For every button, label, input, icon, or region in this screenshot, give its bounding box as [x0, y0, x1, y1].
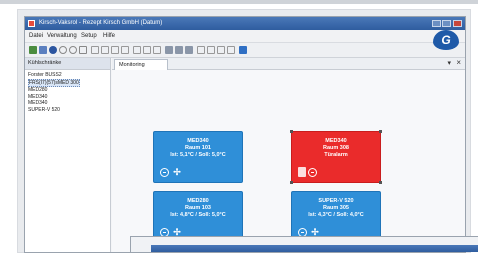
font-icon[interactable]: [111, 46, 119, 54]
app-window: Kirsch-Vaksrol - Rezept Kirsch GmbH (Dat…: [24, 16, 466, 253]
close-button[interactable]: [453, 20, 462, 27]
card-name: MED280: [187, 198, 209, 204]
overlay-title: Kirsch: [175, 252, 187, 257]
window-icon[interactable]: [133, 46, 141, 54]
stop-icon[interactable]: [308, 168, 317, 177]
refresh-icon[interactable]: [39, 46, 47, 54]
first-icon[interactable]: [197, 46, 205, 54]
stop-icon[interactable]: [160, 168, 169, 177]
selection-handle[interactable]: [379, 181, 382, 184]
table-icon[interactable]: [165, 46, 173, 54]
fridge-card-1[interactable]: MED340 Raum 101 Ist: 5,1°C / Soll: 5,0°C…: [153, 131, 243, 183]
page-top-rule: [0, 0, 478, 4]
card-room: Raum 308: [323, 145, 349, 151]
user-icon[interactable]: [121, 46, 129, 54]
app-icon: [28, 20, 35, 27]
last-icon[interactable]: [227, 46, 235, 54]
document-icon[interactable]: [298, 167, 306, 177]
card-room: Raum 305: [323, 205, 349, 211]
card-name: SUPER-V 520: [318, 198, 354, 204]
toolbar: [25, 43, 465, 58]
card-temps: Ist: 4,8°C / Soll: 5,0°C: [170, 212, 226, 218]
record-icon[interactable]: [49, 46, 57, 54]
list-icon[interactable]: [175, 46, 183, 54]
window-title: Kirsch-Vaksrol - Rezept Kirsch GmbH (Dat…: [39, 20, 163, 26]
card-temps: Ist: 4,3°C / Soll: 4,0°C: [308, 212, 364, 218]
card-name: MED340: [187, 138, 209, 144]
grid-icon[interactable]: [153, 46, 161, 54]
back-icon[interactable]: [29, 46, 37, 54]
monitor-icon[interactable]: [239, 46, 247, 54]
overlapping-window: Kirsch: [130, 236, 478, 257]
pin-icon[interactable]: ▾: [447, 59, 451, 67]
menu-setup[interactable]: Setup: [81, 30, 97, 42]
prev-icon[interactable]: [207, 46, 215, 54]
tree-item-selected[interactable]: FRS(I7)(57)sMED 300: [28, 78, 80, 87]
fridge-tree: Forster BUSS2 FRS(I7)(57)sMED 300 MED280…: [25, 70, 110, 113]
selection-handle[interactable]: [379, 130, 382, 133]
card-status: Türalarm: [324, 152, 348, 158]
tree-item[interactable]: SUPER-V 520: [28, 107, 110, 114]
main-panel: Monitoring ▾ × MED340 Raum 101 Ist: 5,1°…: [112, 58, 465, 252]
selection-handle[interactable]: [290, 181, 293, 184]
title-bar: Kirsch-Vaksrol - Rezept Kirsch GmbH (Dat…: [25, 17, 465, 30]
minimize-button[interactable]: [432, 20, 441, 27]
layout-icon[interactable]: [143, 46, 151, 54]
fan-icon: ✢: [173, 167, 181, 177]
page-icon[interactable]: [91, 46, 99, 54]
left-panel: Kühlschränke Forster BUSS2 FRS(I7)(57)sM…: [25, 58, 111, 252]
left-panel-header: Kühlschränke: [25, 58, 110, 70]
company-logo-icon: G: [433, 30, 459, 50]
card-name: MED340: [325, 138, 347, 144]
menu-bar: Datei Verwaltung Setup Hilfe: [25, 30, 465, 43]
card-temps: Ist: 5,1°C / Soll: 5,0°C: [170, 152, 226, 158]
menu-verwaltung[interactable]: Verwaltung: [47, 30, 77, 42]
chart-icon[interactable]: [185, 46, 193, 54]
selection-handle[interactable]: [290, 130, 293, 133]
close-tab-icon[interactable]: ×: [456, 58, 461, 67]
next-icon[interactable]: [217, 46, 225, 54]
copy-icon[interactable]: [101, 46, 109, 54]
maximize-button[interactable]: [442, 20, 451, 27]
card-room: Raum 101: [185, 145, 211, 151]
card-room: Raum 103: [185, 205, 211, 211]
tab-strip: Monitoring ▾ ×: [112, 58, 465, 70]
tab-monitoring[interactable]: Monitoring: [114, 59, 168, 70]
menu-hilfe[interactable]: Hilfe: [103, 30, 115, 42]
search-icon[interactable]: [59, 46, 67, 54]
fridge-card-2-alarm[interactable]: MED340 Raum 308 Türalarm: [290, 130, 382, 184]
zoom-icon[interactable]: [69, 46, 77, 54]
menu-datei[interactable]: Datei: [29, 30, 43, 42]
print-icon[interactable]: [79, 46, 87, 54]
